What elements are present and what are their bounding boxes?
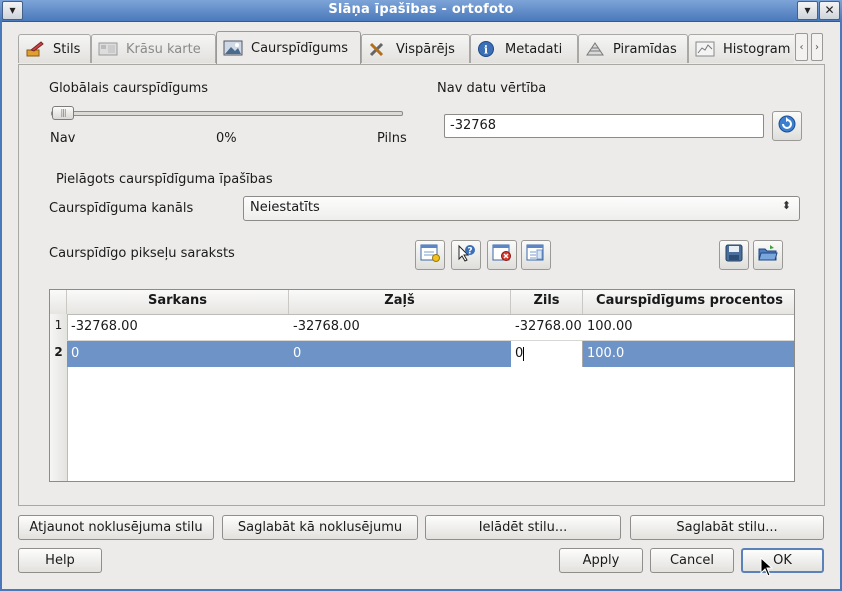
cell-value: 0	[515, 346, 524, 361]
text-caret	[523, 346, 525, 361]
title-bar: ▾ Slāņa īpašības - ortofoto ▾ ✕	[0, 0, 842, 22]
table-cell[interactable]: -32768.00	[289, 314, 511, 340]
tab-histogram[interactable]: Histogram	[688, 34, 794, 63]
column-header-green[interactable]: Zaļš	[289, 290, 511, 314]
remove-row-button[interactable]	[487, 240, 517, 270]
save-style-button[interactable]: Saglabāt stilu...	[630, 515, 824, 540]
help-button[interactable]: Help	[18, 548, 102, 573]
no-data-label: Nav datu vērtība	[437, 81, 547, 96]
restore-default-style-button[interactable]: Atjaunot noklusējuma stilu	[18, 515, 214, 540]
transparency-channel-select[interactable]: Neiestatīts ⬍	[243, 196, 800, 221]
table-cell[interactable]: -32768.00	[511, 314, 583, 340]
tab-scroll-left-button[interactable]: ‹	[795, 33, 808, 61]
transparency-slider-track[interactable]	[51, 111, 403, 116]
updown-arrow-icon: ⬍	[781, 199, 791, 212]
tab-caurspidigums[interactable]: Caurspīdīgums	[216, 31, 361, 64]
refresh-icon	[777, 114, 797, 138]
load-style-button[interactable]: Ielādēt stilu...	[425, 515, 621, 540]
minimize-button[interactable]: ▾	[797, 1, 818, 20]
custom-transparency-section-label: Pielāgots caurspīdīguma īpašības	[56, 172, 273, 187]
info-icon: i	[477, 41, 497, 57]
close-button[interactable]: ✕	[819, 1, 840, 20]
add-value-from-display-button[interactable]: ?	[451, 240, 481, 270]
table-corner	[50, 290, 67, 314]
pyramid-icon	[585, 41, 605, 57]
tab-visparejs[interactable]: Vispārējs	[361, 34, 470, 63]
default-values-button[interactable]	[521, 240, 551, 270]
column-header-blue[interactable]: Zils	[511, 290, 583, 314]
tab-bar: Stils Krāsu karte Caurspīdīgums Vispārēj…	[18, 31, 794, 64]
cancel-button[interactable]: Cancel	[650, 548, 734, 573]
chevron-left-icon: ‹	[799, 42, 804, 53]
window-title: Slāņa īpašības - ortofoto	[328, 2, 514, 17]
transparent-pixels-table: Sarkans Zaļš Zils Caurspīdīgums procento…	[49, 289, 795, 482]
column-header-red[interactable]: Sarkans	[67, 290, 289, 314]
transparency-slider-handle[interactable]: |||	[52, 106, 74, 120]
histogram-icon	[695, 41, 715, 57]
svg-text:i: i	[484, 44, 488, 57]
transparency-icon	[223, 40, 243, 56]
row-number[interactable]: 1	[50, 318, 67, 332]
tools-icon	[368, 41, 388, 57]
cell-value: 0	[71, 346, 80, 361]
global-transparency-label: Globālais caurspīdīgums	[49, 81, 209, 96]
save-icon	[725, 244, 743, 266]
save-as-default-button[interactable]: Saglabāt kā noklusējumu	[222, 515, 418, 540]
tab-scroll-right-button[interactable]: ›	[811, 33, 823, 61]
slider-value-label: 0%	[216, 131, 237, 146]
tab-stils[interactable]: Stils	[18, 34, 91, 63]
open-folder-icon	[758, 244, 778, 266]
color-map-icon	[98, 41, 118, 57]
mouse-pointer-icon	[760, 556, 774, 577]
row-number[interactable]: 2	[50, 345, 67, 359]
chevron-down-icon: ▾	[804, 3, 811, 17]
column-header-percent[interactable]: Caurspīdīgums procentos	[583, 290, 794, 314]
add-row-icon	[420, 244, 440, 266]
transparency-channel-value: Neiestatīts	[250, 200, 320, 215]
table-cell-editor[interactable]: 0	[511, 341, 583, 367]
paint-brush-icon	[25, 41, 45, 57]
tab-piramidas[interactable]: Piramīdas	[578, 34, 688, 63]
tab-metadati[interactable]: i Metadati	[470, 34, 578, 63]
table-cell[interactable]: 100.00	[583, 314, 794, 340]
close-icon: ✕	[824, 3, 835, 17]
transparency-channel-label: Caurspīdīguma kanāls	[49, 201, 194, 216]
tab-krasu-karte[interactable]: Krāsu karte	[91, 34, 216, 63]
import-from-file-button[interactable]	[753, 240, 783, 270]
table-cell[interactable]: -32768.00	[67, 314, 289, 340]
table-cell[interactable]: 100.0	[583, 341, 794, 367]
chevron-right-icon: ›	[815, 42, 819, 53]
slider-max-label: Pilns	[377, 131, 407, 146]
apply-button[interactable]: Apply	[559, 548, 643, 573]
no-data-input[interactable]: -32768	[444, 114, 764, 138]
add-value-manually-button[interactable]	[415, 240, 445, 270]
pixel-list-label: Caurspīdīgo pikseļu saraksts	[49, 246, 235, 261]
row-header-column: 1 2	[50, 314, 68, 481]
delete-row-icon	[492, 244, 512, 266]
slider-min-label: Nav	[50, 131, 76, 146]
table-icon	[526, 244, 546, 266]
reset-no-data-button[interactable]	[772, 111, 802, 141]
ok-button[interactable]: OK	[741, 548, 824, 573]
pointer-query-icon: ?	[456, 244, 476, 266]
table-cell[interactable]: 0	[289, 341, 511, 367]
table-header: Sarkans Zaļš Zils Caurspīdīgums procento…	[50, 290, 794, 315]
export-to-file-button[interactable]	[719, 240, 749, 270]
svg-text:?: ?	[467, 247, 472, 257]
